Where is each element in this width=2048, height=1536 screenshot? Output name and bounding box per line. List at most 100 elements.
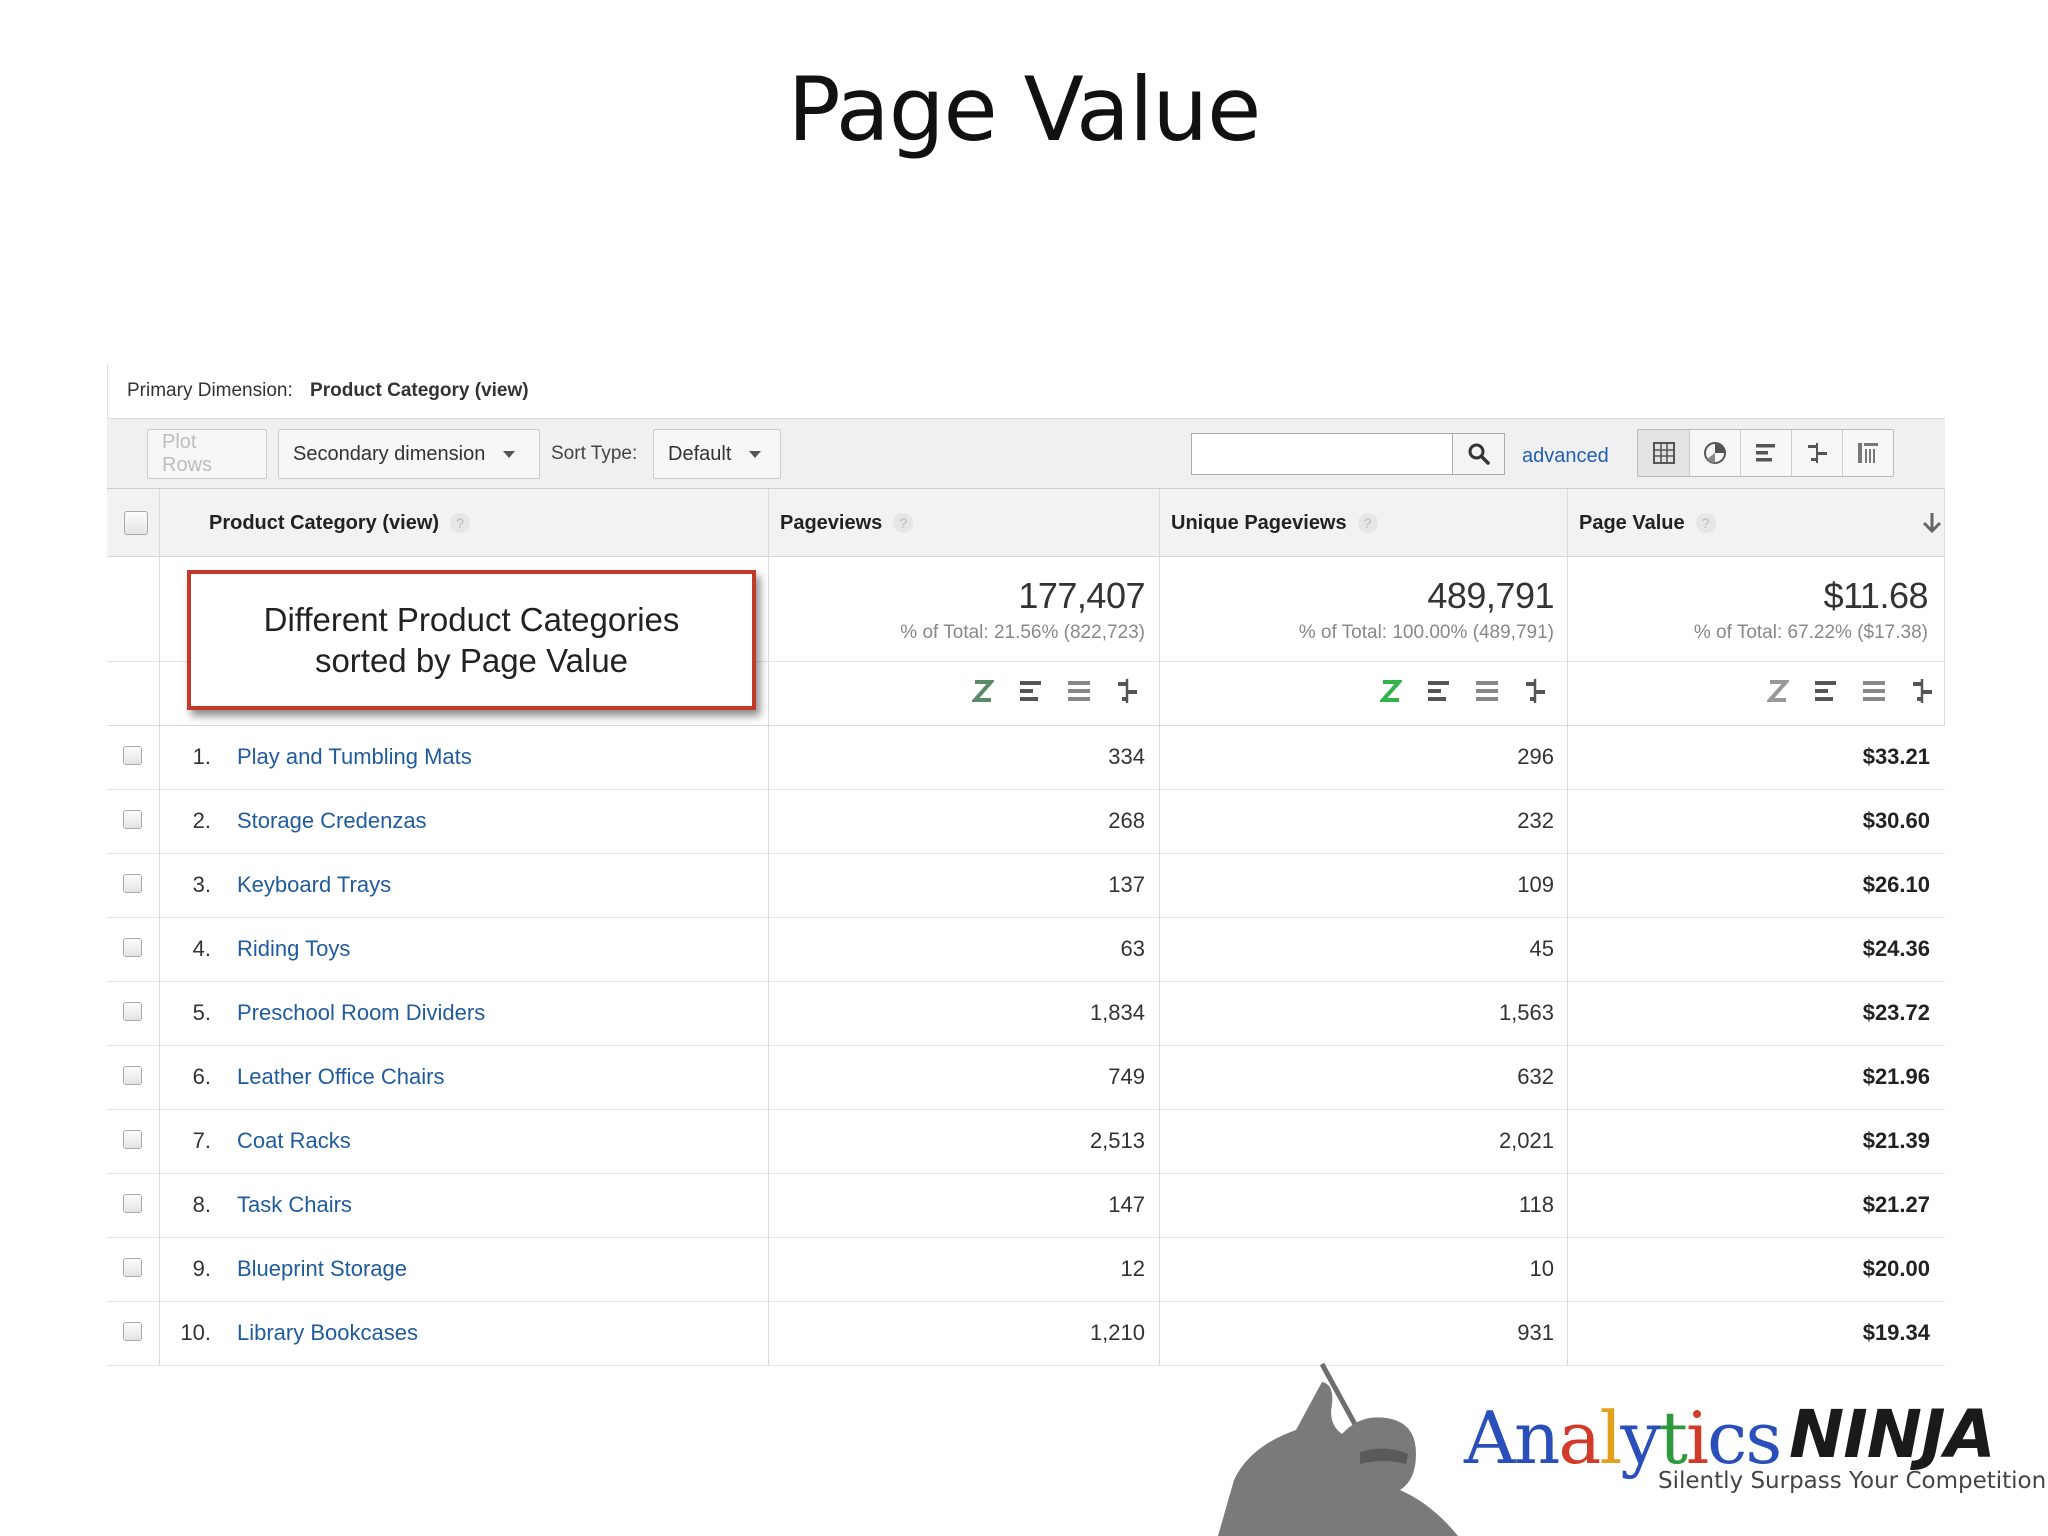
bar-chart-icon[interactable]: [1424, 676, 1454, 706]
comparison-view-icon[interactable]: [1791, 430, 1842, 476]
column-header-page-value[interactable]: Page Value ?: [1579, 489, 1945, 557]
table-search-input[interactable]: [1191, 433, 1453, 475]
page-value-cell: $30.60: [1862, 808, 1930, 833]
pageviews-cell: 1,834: [1089, 1000, 1145, 1025]
unique-pageviews-view-toggles: [1376, 676, 1550, 706]
row-number: 7.: [192, 1128, 211, 1153]
compare-z-icon[interactable]: [968, 676, 998, 706]
product-category-link[interactable]: Storage Credenzas: [237, 808, 427, 834]
sort-type-dropdown[interactable]: Default: [653, 429, 781, 479]
page-value-cell: $24.36: [1862, 936, 1930, 961]
product-category-link[interactable]: Keyboard Trays: [237, 872, 391, 898]
row-checkbox[interactable]: [123, 1002, 142, 1021]
row-checkbox[interactable]: [123, 1258, 142, 1277]
pageviews-cell: 63: [1120, 936, 1145, 961]
search-button[interactable]: [1453, 433, 1505, 475]
product-category-link[interactable]: Preschool Room Dividers: [237, 1000, 485, 1026]
unique-pageviews-cell: 632: [1517, 1064, 1554, 1089]
search-icon: [1468, 443, 1490, 465]
table-row: 3. Keyboard Trays 137 109 $26.10: [107, 854, 1945, 918]
compare-z-icon[interactable]: [1376, 676, 1406, 706]
column-divider: [1159, 489, 1160, 1365]
page-value-cell: $19.34: [1862, 1320, 1930, 1345]
row-number: 3.: [192, 872, 211, 897]
column-header-unique-pageviews[interactable]: Unique Pageviews ?: [1171, 489, 1378, 557]
primary-dimension-bar: Primary Dimension: Product Category (vie…: [107, 364, 1945, 418]
product-category-link[interactable]: Coat Racks: [237, 1128, 351, 1154]
row-checkbox[interactable]: [123, 938, 142, 957]
page-value-cell: $20.00: [1862, 1256, 1930, 1281]
comparison-bars-icon[interactable]: [1520, 676, 1550, 706]
pie-view-icon[interactable]: [1689, 430, 1740, 476]
primary-dimension-label: Primary Dimension:: [127, 380, 293, 401]
plot-rows-button[interactable]: Plot Rows: [147, 429, 267, 479]
help-icon[interactable]: ?: [1695, 513, 1716, 533]
bar-chart-icon[interactable]: [1016, 676, 1046, 706]
primary-dimension-value[interactable]: Product Category (view): [310, 380, 529, 401]
callout-line-2: sorted by Page Value: [314, 642, 629, 679]
column-header-product-category[interactable]: Product Category (view) ?: [209, 489, 471, 557]
help-icon[interactable]: ?: [450, 513, 471, 533]
secondary-dimension-label: Secondary dimension: [293, 442, 486, 465]
comparison-bars-icon[interactable]: [1907, 676, 1937, 706]
product-category-link[interactable]: Library Bookcases: [237, 1320, 418, 1346]
bar-chart-icon[interactable]: [1811, 676, 1841, 706]
total-pageviews-value: 177,407: [1018, 575, 1145, 616]
unique-pageviews-cell: 2,021: [1498, 1128, 1554, 1153]
pageviews-cell: 334: [1108, 744, 1145, 769]
total-pageviews-percent: % of Total: 21.56% (822,723): [900, 622, 1145, 643]
equal-bars-icon[interactable]: [1472, 676, 1502, 706]
product-category-link[interactable]: Task Chairs: [237, 1192, 352, 1218]
product-category-link[interactable]: Leather Office Chairs: [237, 1064, 444, 1090]
pivot-view-icon[interactable]: [1842, 430, 1893, 476]
unique-pageviews-cell: 109: [1517, 872, 1554, 897]
product-category-link[interactable]: Riding Toys: [237, 936, 350, 962]
column-header-label: Unique Pageviews: [1171, 511, 1347, 534]
comparison-bars-icon[interactable]: [1112, 676, 1142, 706]
table-header-row: Product Category (view) ? Pageviews ? Un…: [107, 489, 1945, 557]
row-checkbox[interactable]: [123, 1130, 142, 1149]
row-checkbox[interactable]: [123, 1066, 142, 1085]
row-checkbox[interactable]: [123, 746, 142, 765]
column-header-label: Pageviews: [780, 511, 883, 534]
help-icon[interactable]: ?: [1357, 513, 1378, 533]
compare-z-icon[interactable]: [1763, 676, 1793, 706]
annotation-callout: Different Product Categories sorted by P…: [187, 570, 756, 710]
table-view-icon[interactable]: [1638, 430, 1689, 476]
pageviews-cell: 268: [1108, 808, 1145, 833]
row-checkbox[interactable]: [123, 810, 142, 829]
column-header-pageviews[interactable]: Pageviews ?: [780, 489, 914, 557]
table-row: 8. Task Chairs 147 118 $21.27: [107, 1174, 1945, 1238]
equal-bars-icon[interactable]: [1859, 676, 1889, 706]
sort-descending-icon[interactable]: [1921, 511, 1943, 535]
report-panel: Primary Dimension: Product Category (vie…: [107, 364, 1945, 1366]
total-unique-pageviews-percent: % of Total: 100.00% (489,791): [1298, 622, 1554, 643]
unique-pageviews-cell: 1,563: [1498, 1000, 1554, 1025]
product-category-link[interactable]: Play and Tumbling Mats: [237, 744, 472, 770]
total-page-value-value: $11.68: [1823, 575, 1929, 616]
pageviews-cell: 147: [1108, 1192, 1145, 1217]
equal-bars-icon[interactable]: [1064, 676, 1094, 706]
pageviews-cell: 749: [1108, 1064, 1145, 1089]
row-number: 6.: [192, 1064, 211, 1089]
page-value-cell: $33.21: [1862, 744, 1930, 769]
page-value-cell: $21.39: [1862, 1128, 1930, 1153]
row-number: 1.: [192, 744, 211, 769]
row-checkbox[interactable]: [123, 1322, 142, 1341]
page-value-cell: $21.96: [1862, 1064, 1930, 1089]
product-category-link[interactable]: Blueprint Storage: [237, 1256, 407, 1282]
sort-type-value: Default: [668, 442, 732, 465]
column-header-label: Product Category (view): [209, 511, 440, 534]
secondary-dimension-dropdown[interactable]: Secondary dimension: [278, 429, 540, 479]
pageviews-cell: 12: [1120, 1256, 1145, 1281]
total-page-value: $11.68 % of Total: 67.22% ($17.38): [1568, 557, 1929, 662]
advanced-filter-link[interactable]: advanced: [1522, 445, 1609, 468]
row-checkbox[interactable]: [123, 1194, 142, 1213]
help-icon[interactable]: ?: [893, 513, 914, 533]
table-row: 10. Library Bookcases 1,210 931 $19.34: [107, 1302, 1945, 1366]
row-checkbox[interactable]: [123, 874, 142, 893]
unique-pageviews-cell: 232: [1517, 808, 1554, 833]
select-all-checkbox[interactable]: [124, 511, 148, 535]
performance-view-icon[interactable]: [1740, 430, 1791, 476]
logo-tagline: Silently Surpass Your Competition: [1658, 1468, 2047, 1494]
